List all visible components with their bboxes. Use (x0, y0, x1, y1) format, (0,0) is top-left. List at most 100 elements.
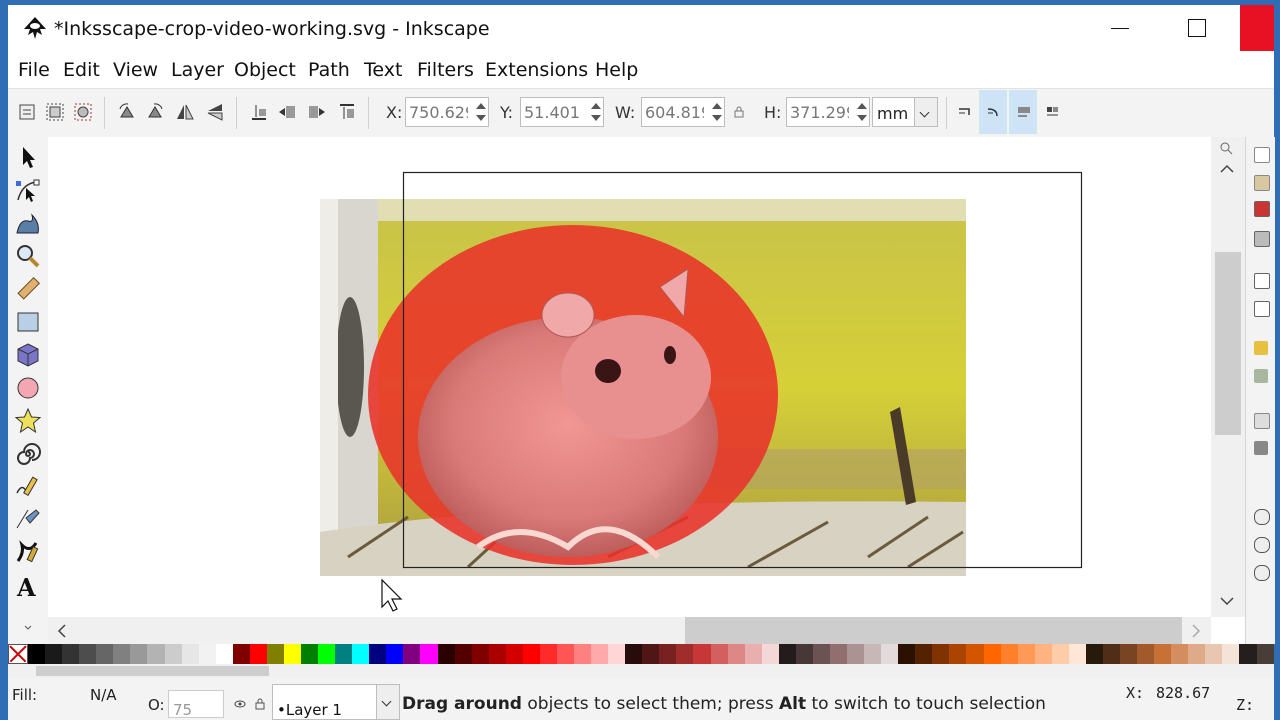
palette-swatch[interactable] (659, 644, 677, 664)
raise-to-top-icon[interactable] (336, 101, 358, 123)
palette-swatch[interactable] (471, 644, 489, 664)
palette-swatch[interactable] (369, 644, 387, 664)
zoom-selection-icon[interactable] (1254, 509, 1270, 525)
menu-layer[interactable]: Layer (171, 59, 224, 81)
palette-swatch[interactable] (1256, 644, 1274, 664)
palette-swatch[interactable] (113, 644, 131, 664)
palette-swatch[interactable] (318, 644, 336, 664)
palette-swatch[interactable] (727, 644, 745, 664)
menu-filters[interactable]: Filters (417, 59, 474, 81)
palette-swatch[interactable] (232, 644, 250, 664)
palette-swatch[interactable] (1222, 644, 1240, 664)
x-field[interactable] (405, 97, 489, 127)
palette-swatch[interactable] (591, 644, 609, 664)
horizontal-scroll-thumb[interactable] (685, 617, 1182, 644)
tweak-tool-icon[interactable] (14, 209, 42, 237)
maximize-button[interactable] (1188, 19, 1206, 37)
menu-edit[interactable]: Edit (63, 59, 100, 81)
menu-help[interactable]: Help (595, 59, 638, 81)
palette-swatch[interactable] (198, 644, 216, 664)
scroll-up-icon[interactable] (1219, 163, 1235, 175)
palette-swatch[interactable] (335, 644, 353, 664)
minimize-button[interactable] (1108, 15, 1134, 41)
palette-swatch[interactable] (829, 644, 847, 664)
palette-swatch[interactable] (1017, 644, 1035, 664)
scale-corners-icon[interactable] (983, 101, 1005, 123)
palette-swatch[interactable] (556, 644, 574, 664)
rotate-ccw-icon[interactable] (116, 101, 138, 123)
drawing-canvas[interactable] (48, 137, 1211, 617)
horizontal-scrollbar[interactable] (48, 617, 1211, 644)
lock-ratio-icon[interactable] (732, 105, 746, 119)
palette-swatch[interactable] (932, 644, 950, 664)
select-all-layers-icon[interactable] (44, 101, 66, 123)
palette-swatch[interactable] (420, 644, 438, 664)
chevron-down-icon[interactable] (23, 623, 33, 633)
palette-swatch[interactable] (283, 644, 301, 664)
flip-horizontal-icon[interactable] (174, 101, 196, 123)
palette-swatch[interactable] (625, 644, 643, 664)
palette-swatch[interactable] (642, 644, 660, 664)
lock-icon[interactable] (254, 698, 266, 710)
palette-swatch[interactable] (249, 644, 267, 664)
import-icon[interactable] (1254, 273, 1270, 289)
zoom-drawing-icon[interactable] (1254, 537, 1270, 553)
w-spinner[interactable] (712, 101, 722, 123)
menu-object[interactable]: Object (234, 59, 296, 81)
palette-swatch[interactable] (778, 644, 796, 664)
move-patterns-icon[interactable] (1042, 101, 1064, 123)
palette-swatch[interactable] (147, 644, 165, 664)
star-tool-icon[interactable] (14, 407, 42, 435)
palette-swatch[interactable] (1120, 644, 1138, 664)
palette-swatch[interactable] (1171, 644, 1189, 664)
cut-icon[interactable] (1254, 441, 1268, 455)
palette-swatch[interactable] (915, 644, 933, 664)
chevron-down-icon[interactable] (376, 685, 399, 719)
palette-swatch[interactable] (62, 644, 80, 664)
palette-swatch[interactable] (949, 644, 967, 664)
w-field[interactable] (641, 97, 725, 127)
undo-icon[interactable] (1254, 341, 1268, 355)
palette-swatch[interactable] (352, 644, 370, 664)
palette-swatch[interactable] (881, 644, 899, 664)
palette-swatch[interactable] (539, 644, 557, 664)
scroll-left-icon[interactable] (56, 623, 68, 639)
palette-swatch[interactable] (847, 644, 865, 664)
flip-vertical-icon[interactable] (204, 101, 226, 123)
save-icon[interactable] (1254, 201, 1270, 217)
lower-to-bottom-icon[interactable] (248, 101, 270, 123)
menu-file[interactable]: File (18, 59, 50, 81)
palette-swatch[interactable] (761, 644, 779, 664)
palette-swatch[interactable] (1137, 644, 1155, 664)
palette-swatch[interactable] (1239, 644, 1257, 664)
palette-swatch[interactable] (1188, 644, 1206, 664)
menu-view[interactable]: View (113, 59, 158, 81)
close-button[interactable] (1240, 5, 1274, 51)
chevron-down-icon[interactable] (914, 98, 937, 126)
deselect-icon[interactable] (72, 101, 94, 123)
palette-swatch[interactable] (488, 644, 506, 664)
palette-swatch[interactable] (505, 644, 523, 664)
palette-swatch[interactable] (215, 644, 233, 664)
palette-swatch[interactable] (693, 644, 711, 664)
palette-swatch[interactable] (386, 644, 404, 664)
palette-swatch[interactable] (437, 644, 455, 664)
scale-stroke-icon[interactable] (954, 101, 976, 123)
palette-swatch[interactable] (1205, 644, 1223, 664)
palette-swatch[interactable] (301, 644, 319, 664)
palette-swatch[interactable] (1034, 644, 1052, 664)
move-gradients-icon[interactable] (1013, 101, 1035, 123)
palette-swatch[interactable] (1154, 644, 1172, 664)
palette-swatch[interactable] (608, 644, 626, 664)
select-all-icon[interactable] (16, 101, 38, 123)
unit-select[interactable]: mm (872, 97, 938, 127)
palette-swatch[interactable] (1102, 644, 1120, 664)
no-paint-swatch[interactable] (8, 644, 28, 664)
palette-swatch[interactable] (744, 644, 762, 664)
opacity-field[interactable]: 75 (168, 690, 224, 719)
x-spinner[interactable] (476, 101, 486, 123)
menu-extensions[interactable]: Extensions (485, 59, 588, 81)
print-icon[interactable] (1254, 231, 1270, 247)
pencil-tool-icon[interactable] (14, 473, 42, 501)
palette-swatch[interactable] (1085, 644, 1103, 664)
